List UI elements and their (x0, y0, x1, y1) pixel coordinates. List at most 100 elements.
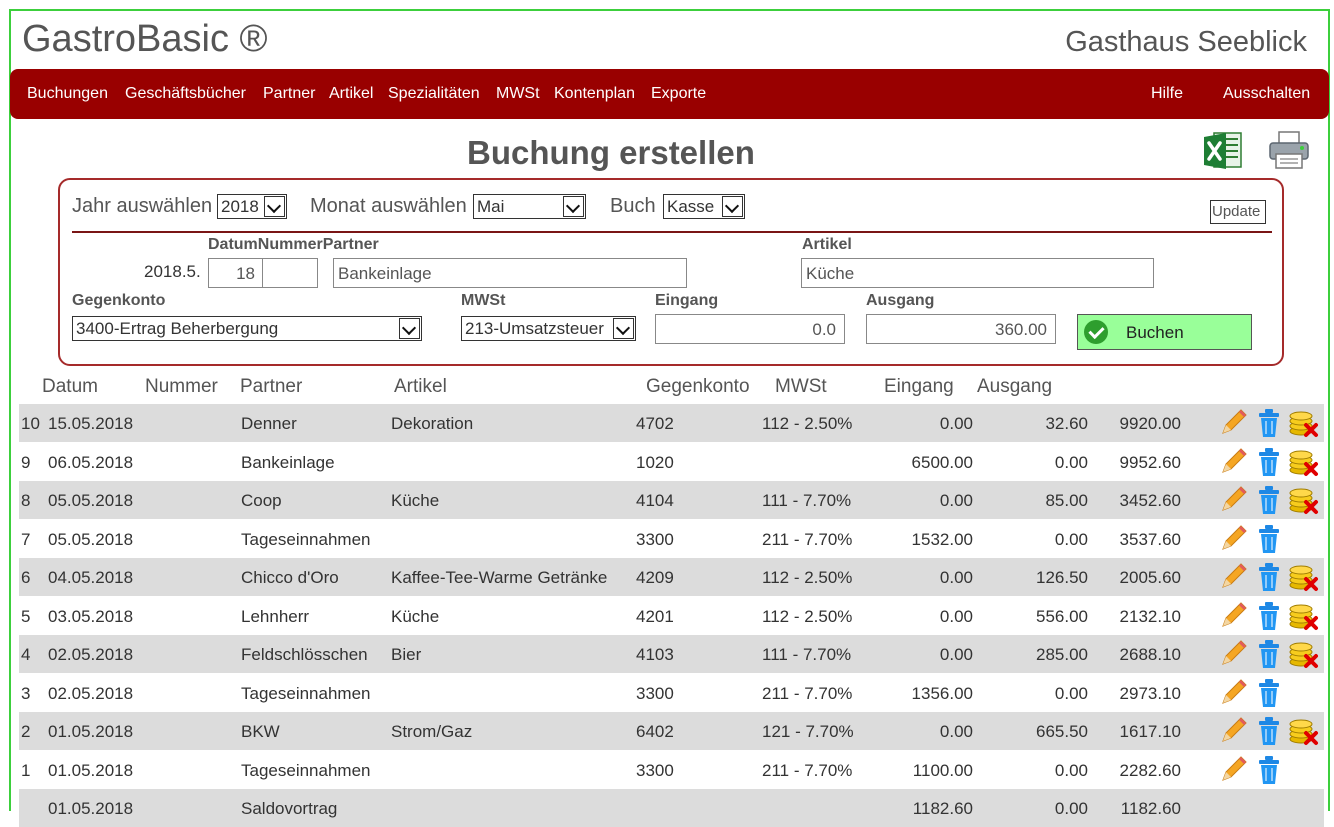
nav-item-kontenplan[interactable]: Kontenplan (554, 85, 635, 103)
pencil-icon[interactable] (1217, 523, 1249, 555)
booking-form-panel: Jahr auswählen 2018 Monat auswählen Mai … (58, 178, 1284, 366)
trash-icon[interactable] (1253, 754, 1285, 786)
day-input[interactable]: 18 (208, 258, 264, 288)
table-row: 1 01.05.2018 Tageseinnahmen 3300 211 - 7.70%… (19, 751, 1324, 789)
table-row: 7 05.05.2018 Tageseinnahmen 3300 211 - 7.70%… (19, 520, 1324, 558)
nav-item-exporte[interactable]: Exporte (651, 85, 706, 103)
row-vat: 211 - 7.70% (762, 529, 853, 549)
row-account: 3300 (636, 760, 674, 780)
row-income: 0.00 (939, 606, 973, 626)
pencil-icon[interactable] (1217, 754, 1249, 786)
trash-icon[interactable] (1253, 715, 1285, 747)
nav-item-hilfe[interactable]: Hilfe (1151, 85, 1183, 103)
nav-item-artikel[interactable]: Artikel (329, 85, 373, 103)
trash-icon[interactable] (1253, 561, 1285, 593)
nav-item-partner[interactable]: Partner (263, 85, 315, 103)
row-id: 2 (21, 722, 31, 741)
row-income: 0.00 (939, 645, 973, 664)
year-label: Jahr auswählen (72, 195, 213, 217)
excel-icon[interactable] (1202, 129, 1244, 171)
trash-icon[interactable] (1253, 677, 1285, 709)
row-expense: 0.00 (1054, 760, 1088, 780)
pencil-icon[interactable] (1217, 600, 1249, 632)
pencil-icon[interactable] (1217, 484, 1249, 516)
coins-delete-icon[interactable] (1287, 600, 1319, 632)
book-select-value: Kasse (667, 197, 715, 216)
account-select[interactable]: 3400-Ertrag Beherbergung (72, 316, 422, 341)
row-id: 8 (21, 491, 31, 510)
row-vat: 112 - 2.50% (762, 606, 853, 626)
row-date: 05.05.2018 (48, 491, 134, 510)
buchen-button-label: Buchen (1126, 323, 1184, 342)
row-balance: 9920.00 (1119, 414, 1181, 433)
row-date: 01.05.2018 (48, 722, 134, 741)
year-select[interactable]: 2018 (217, 194, 287, 219)
coins-delete-icon[interactable] (1287, 561, 1319, 593)
printer-icon[interactable] (1268, 130, 1310, 170)
nav-item-mwst[interactable]: MWSt (496, 85, 540, 103)
chevron-down-icon (722, 196, 743, 217)
row-income: 6500.00 (911, 452, 973, 472)
row-account: 4104 (636, 491, 674, 510)
update-button[interactable]: Update (1210, 200, 1266, 224)
nav-item-spezialitaeten[interactable]: Spezialitäten (388, 85, 480, 103)
coins-delete-icon[interactable] (1287, 407, 1319, 439)
row-date: 04.05.2018 (48, 568, 134, 587)
trash-icon[interactable] (1253, 523, 1285, 555)
partner-input[interactable]: Bankeinlage (333, 258, 687, 288)
pencil-icon[interactable] (1217, 677, 1249, 709)
pencil-icon[interactable] (1217, 638, 1249, 670)
number-input[interactable] (262, 258, 318, 288)
pencil-icon[interactable] (1217, 561, 1249, 593)
vat-select[interactable]: 213-Umsatzsteuer (461, 316, 636, 341)
chevron-down-icon (264, 196, 285, 217)
row-account: 4209 (636, 568, 674, 587)
trash-icon[interactable] (1253, 446, 1285, 478)
date-prefix: 2018.5. (144, 262, 201, 281)
trash-icon[interactable] (1253, 600, 1285, 632)
pencil-icon[interactable] (1217, 715, 1249, 747)
row-partner: Chicco d'Oro (241, 568, 339, 587)
row-balance: 2688.10 (1119, 645, 1181, 664)
trash-icon[interactable] (1253, 484, 1285, 516)
row-partner: Saldovortrag (241, 799, 338, 818)
income-input[interactable]: 0.0 (655, 314, 845, 344)
chevron-down-icon (563, 196, 584, 217)
coins-delete-icon[interactable] (1287, 484, 1319, 516)
column-header-gegenkonto: Gegenkonto (646, 376, 750, 397)
coins-delete-icon[interactable] (1287, 638, 1319, 670)
row-account: 3300 (636, 683, 674, 703)
coins-delete-icon[interactable] (1287, 715, 1319, 747)
row-date: 03.05.2018 (48, 606, 134, 626)
row-account: 4201 (636, 606, 674, 626)
book-select[interactable]: Kasse (663, 194, 745, 219)
nav-item-buchungen[interactable]: Buchungen (27, 85, 108, 103)
row-vat: 211 - 7.70% (762, 760, 853, 780)
chevron-down-icon (399, 318, 420, 339)
row-id: 7 (21, 529, 31, 549)
row-date: 15.05.2018 (48, 414, 134, 433)
column-header-eingang: Eingang (884, 376, 954, 397)
pencil-icon[interactable] (1217, 407, 1249, 439)
vat-label: MWSt (461, 292, 506, 309)
year-select-value: 2018 (221, 197, 259, 216)
row-article: Kaffee-Tee-Warme Getränke (391, 568, 608, 587)
article-input[interactable]: Küche (801, 258, 1154, 288)
expense-input[interactable]: 360.00 (866, 314, 1056, 344)
month-select[interactable]: Mai (473, 194, 586, 219)
coins-delete-icon[interactable] (1287, 446, 1319, 478)
row-vat: 112 - 2.50% (762, 568, 853, 587)
app-title: GastroBasic ® (22, 18, 268, 60)
row-id: 1 (21, 760, 31, 780)
buchen-button[interactable]: Buchen (1077, 314, 1252, 350)
chevron-down-icon (613, 318, 634, 339)
nav-item-ausschalten[interactable]: Ausschalten (1223, 85, 1310, 103)
trash-icon[interactable] (1253, 407, 1285, 439)
trash-icon[interactable] (1253, 638, 1285, 670)
pencil-icon[interactable] (1217, 446, 1249, 478)
nav-item-geschaeftsbuecher[interactable]: Geschäftsbücher (125, 85, 246, 103)
column-header-partner: Partner (240, 376, 303, 397)
row-balance: 3452.60 (1119, 491, 1181, 510)
row-article: Dekoration (391, 414, 474, 433)
page-title: Buchung erstellen (467, 134, 755, 171)
